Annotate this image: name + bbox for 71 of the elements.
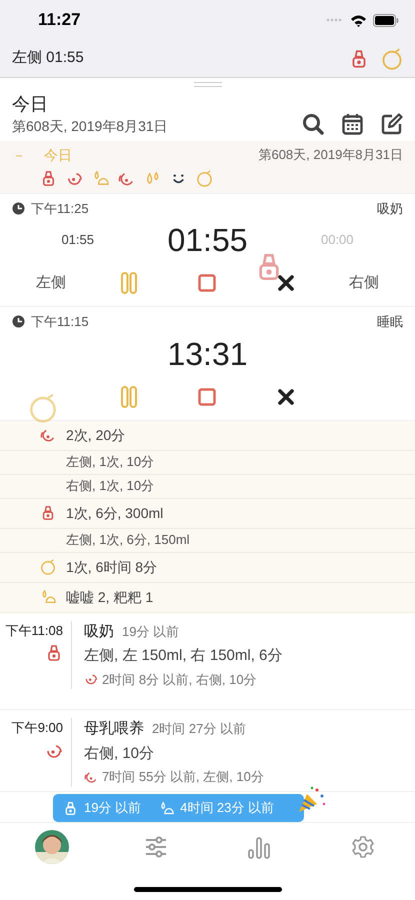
toast-text: 19分 以前 — [84, 799, 142, 818]
breast-icon — [40, 427, 56, 443]
entry-time: 下午11:08 — [5, 622, 63, 640]
bottle-icon — [40, 505, 56, 521]
baby-head-icon — [196, 170, 213, 186]
drop-and-pile-icon — [40, 589, 56, 605]
drop-and-pile-icon — [159, 800, 174, 816]
baby-head-icon — [381, 48, 403, 70]
pause-button[interactable] — [121, 272, 138, 294]
summary-detail: 左侧, 1次, 6分, 150ml — [66, 531, 190, 550]
side-duration: 01:55 — [60, 231, 95, 250]
clock-icon — [12, 202, 25, 215]
start-time: 下午11:25 — [31, 200, 89, 218]
collapse-toggle[interactable]: － — [12, 148, 26, 162]
drops-icon — [144, 170, 161, 186]
edit-icon[interactable] — [381, 112, 403, 134]
toast-text: 4时间 23分 以前 — [180, 799, 274, 818]
breast-icon — [84, 672, 98, 686]
entry-note: 7时间 55分 以前, 左侧, 10分 — [102, 768, 264, 786]
bottle-icon — [63, 800, 78, 816]
wifi-icon — [350, 14, 367, 26]
pause-button[interactable] — [121, 386, 138, 408]
summary-text: 2次, 20分 — [66, 426, 126, 444]
baby-head-icon — [28, 393, 58, 423]
side-label: 右侧 — [348, 272, 380, 293]
cancel-button[interactable] — [278, 275, 294, 291]
battery-icon — [373, 14, 399, 26]
timer-type: 睡眠 — [377, 313, 403, 331]
party-popper-icon — [297, 784, 327, 814]
entry-title: 母乳喂养 — [84, 719, 144, 739]
cancel-button[interactable] — [278, 388, 294, 404]
entry-ago: 19分 以前 — [122, 622, 180, 640]
baby-head-icon — [40, 559, 56, 575]
search-icon[interactable] — [302, 112, 324, 134]
bar-chart-icon[interactable] — [247, 835, 272, 859]
entry-title: 吸奶 — [84, 622, 114, 642]
page-title: 今日 — [12, 93, 49, 116]
entry-note: 2时间 8分 以前, 右侧, 10分 — [102, 670, 257, 688]
status-time: 11:27 — [38, 9, 81, 32]
day-date: 第608天, 2019年8月31日 — [258, 146, 403, 164]
page-subtitle: 第608天, 2019年8月31日 — [12, 116, 168, 136]
settings-icon[interactable] — [351, 835, 376, 859]
clock-icon — [12, 315, 25, 328]
entry-ago: 2时间 27分 以前 — [152, 720, 246, 738]
entry-detail: 左侧, 左 150ml, 右 150ml, 6分 — [84, 646, 284, 666]
summary-text: 1次, 6时间 8分 — [66, 558, 158, 576]
sliders-icon[interactable] — [144, 835, 168, 859]
stop-button[interactable] — [198, 388, 216, 406]
entry-detail: 右侧, 10分 — [84, 744, 156, 764]
entry-time: 下午9:00 — [12, 719, 63, 737]
timer-display: 01:55 — [166, 221, 249, 260]
calendar-icon[interactable] — [342, 112, 363, 134]
bottle-icon — [45, 644, 63, 662]
status-toast[interactable]: 19分 以前 4时间 23分 以前 — [53, 794, 304, 822]
summary-text: 嘘嘘 2, 粑粑 1 — [66, 588, 154, 606]
signal-icon — [326, 17, 344, 23]
active-timer-bar[interactable]: 左侧 01:55 — [0, 40, 415, 78]
drop-and-pile-icon — [92, 170, 109, 186]
day-title: 今日 — [44, 146, 72, 164]
side-label: 左侧 — [35, 272, 68, 293]
timer-display: 13:31 — [166, 334, 249, 374]
start-time: 下午11:15 — [31, 313, 89, 331]
summary-text: 1次, 6分, 300ml — [66, 504, 164, 522]
bottle-icon — [40, 170, 57, 186]
drag-handle[interactable] — [194, 82, 222, 87]
breast-icon — [84, 770, 98, 784]
timer-type: 吸奶 — [377, 200, 403, 218]
summary-detail: 右侧, 1次, 10分 — [66, 477, 154, 496]
stop-button[interactable] — [198, 274, 216, 292]
side-duration: 00:00 — [320, 231, 355, 250]
summary-detail: 左侧, 1次, 10分 — [66, 453, 154, 472]
